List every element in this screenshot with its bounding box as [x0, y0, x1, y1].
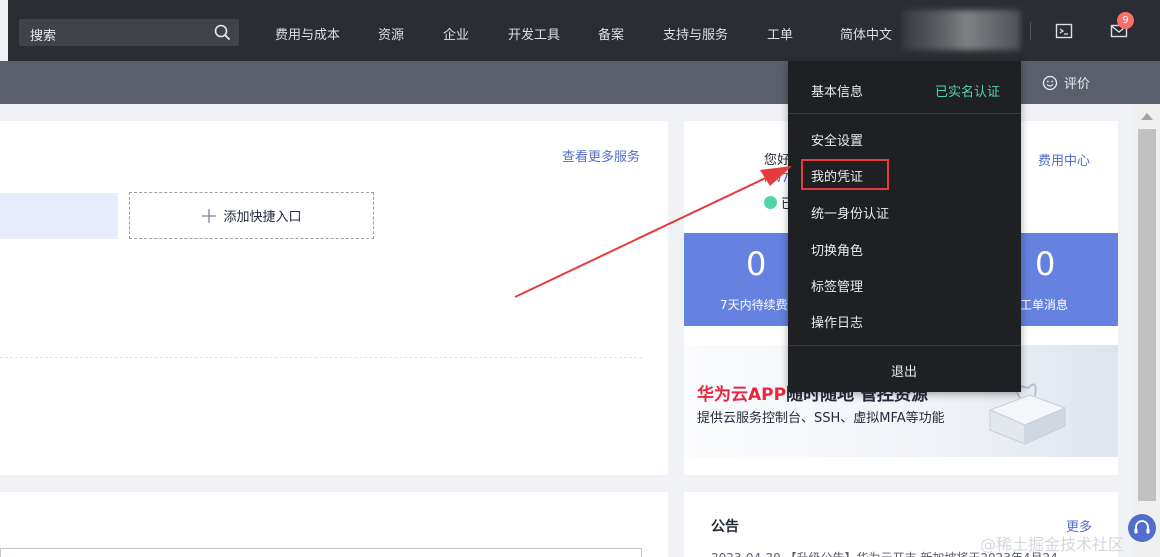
- logout-button[interactable]: 退出: [891, 361, 917, 380]
- notification-badge: 9: [1117, 12, 1134, 29]
- menu-item-security-settings[interactable]: 安全设置: [811, 130, 863, 149]
- ticket-message-label: 工单消息: [1020, 298, 1069, 312]
- greeting-text: 您好: [764, 153, 791, 168]
- nav-item-dev-tools[interactable]: 开发工具: [508, 24, 560, 43]
- view-more-services-link[interactable]: 查看更多服务: [562, 146, 640, 165]
- nav-item-resources[interactable]: 资源: [378, 24, 404, 43]
- menu-item-tag-management[interactable]: 标签管理: [811, 276, 863, 295]
- scroll-up-arrow-icon[interactable]: [1141, 113, 1153, 120]
- shortcut-tile[interactable]: [0, 193, 118, 239]
- renewal-count[interactable]: 0: [746, 245, 766, 283]
- verified-status-link[interactable]: 已实名认证: [935, 81, 1000, 100]
- nav-item-support[interactable]: 支持与服务: [663, 24, 728, 43]
- highlight-box: [801, 159, 889, 190]
- fee-center-link[interactable]: 费用中心: [1038, 150, 1090, 169]
- menu-item-operation-logs[interactable]: 操作日志: [811, 312, 863, 331]
- section-divider: [0, 357, 642, 358]
- terminal-icon[interactable]: [1055, 22, 1073, 40]
- nav-item-enterprise[interactable]: 企业: [443, 24, 469, 43]
- username-link[interactable]: hw7: [764, 171, 789, 185]
- smiley-icon: [1042, 75, 1058, 90]
- add-shortcut-label: 添加快捷入口: [223, 210, 302, 225]
- nav-item-tickets[interactable]: 工单: [767, 24, 793, 43]
- notice-title: 公告: [711, 519, 739, 535]
- nav-item-language[interactable]: 简体中文: [840, 24, 892, 43]
- menu-divider-bottom: [788, 345, 1021, 346]
- plus-icon: [202, 208, 217, 223]
- nav-left-edge: [0, 0, 8, 61]
- menu-divider: [788, 113, 1021, 114]
- nav-item-billing[interactable]: 费用与成本: [275, 24, 340, 43]
- nav-divider: [1030, 22, 1031, 40]
- banner-subtitle: 提供云服务控制台、SSH、虚拟MFA等功能: [697, 411, 945, 426]
- ticket-message-count[interactable]: 0: [1035, 245, 1055, 283]
- evaluate-label: 评价: [1064, 77, 1091, 92]
- search-placeholder: 搜索: [30, 29, 57, 44]
- menu-item-switch-role[interactable]: 切换角色: [811, 240, 863, 259]
- check-circle-icon: [764, 196, 777, 209]
- scroll-thumb[interactable]: [1138, 129, 1156, 501]
- account-name-blurred[interactable]: [902, 10, 1020, 50]
- lower-input-box[interactable]: [0, 548, 642, 557]
- services-panel: [0, 121, 668, 475]
- account-dropdown-menu: [788, 61, 1021, 392]
- headset-icon: [1134, 520, 1150, 534]
- customer-support-button[interactable]: [1128, 514, 1156, 542]
- menu-item-basic-info[interactable]: 基本信息: [811, 81, 863, 100]
- menu-item-iam[interactable]: 统一身份认证: [811, 203, 889, 222]
- renewal-label: 7天内待续费: [720, 298, 788, 312]
- search-icon[interactable]: [214, 24, 231, 41]
- nav-item-filing[interactable]: 备案: [598, 24, 624, 43]
- banner-title-brand: 华为云APP: [697, 385, 787, 405]
- evaluate-button[interactable]: 评价: [1042, 73, 1090, 92]
- add-shortcut-button[interactable]: 添加快捷入口: [129, 192, 374, 239]
- search-input[interactable]: 搜索: [19, 19, 239, 46]
- watermark: @稀土掘金技术社区: [980, 535, 1125, 554]
